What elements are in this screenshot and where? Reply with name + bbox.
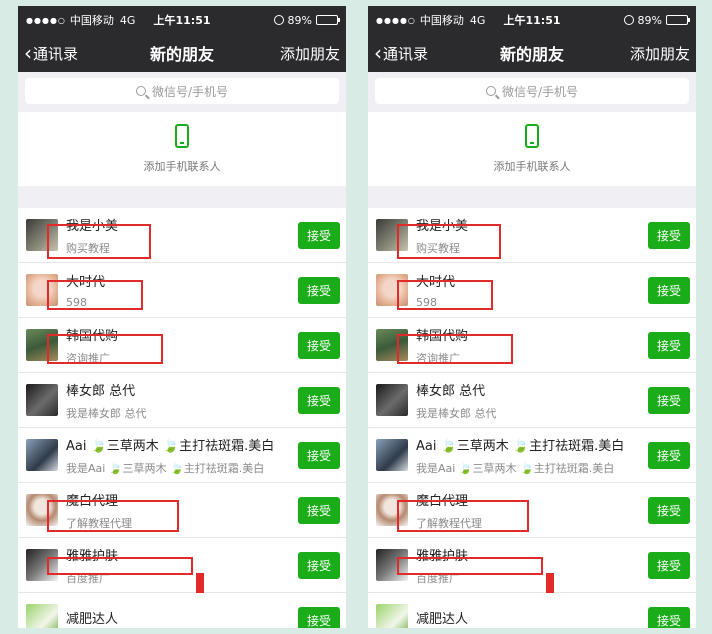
accept-button[interactable]: 接受 (648, 276, 690, 304)
highlight-box (397, 500, 529, 532)
carrier-label: 中国移动 (69, 14, 114, 27)
accept-button[interactable]: 接受 (648, 551, 690, 579)
accept-button[interactable]: 接受 (648, 606, 690, 628)
network-label: 4G (119, 13, 136, 27)
search-bar: 微信号/手机号 (18, 72, 346, 112)
back-label: 通讯录 (33, 44, 79, 63)
battery-icon (316, 15, 340, 25)
request-name: 棒女郎 总代 (66, 383, 136, 399)
section-divider (18, 186, 346, 208)
nav-bar: ‹ 通讯录 新的朋友 添加朋友 (368, 34, 696, 72)
friend-request-row[interactable]: 棒女郎 总代 我是棒女郎 总代 接受 (18, 373, 346, 428)
add-mobile-contacts[interactable]: 添加手机联系人 (368, 112, 696, 186)
search-bar: 微信号/手机号 (368, 72, 696, 112)
request-name: Aai 🍃三草两木 🍃主打祛斑霜.美白 (66, 438, 275, 454)
signal-strength: ●●●●○ (376, 15, 416, 25)
nav-bar: ‹ 通讯录 新的朋友 添加朋友 (18, 34, 346, 72)
highlight-box (47, 224, 151, 259)
request-message: 我是棒女郎 总代 (66, 406, 147, 420)
search-input[interactable]: 微信号/手机号 (25, 78, 339, 104)
request-message: 我是Aai 🍃三草两木 🍃主打祛斑霜.美白 (416, 461, 615, 475)
chevron-left-icon: ‹ (374, 41, 382, 65)
request-message: 我是Aai 🍃三草两木 🍃主打祛斑霜.美白 (66, 461, 265, 475)
friend-request-row[interactable]: 减肥达人 接受 (18, 593, 346, 628)
friend-request-row[interactable]: 棒女郎 总代 我是棒女郎 总代 接受 (368, 373, 696, 428)
highlight-mark (546, 573, 554, 593)
highlight-box (397, 224, 501, 259)
request-name: 减肥达人 (66, 611, 119, 627)
accept-button[interactable]: 接受 (298, 386, 340, 414)
add-friend-button[interactable]: 添加朋友 (630, 43, 690, 64)
accept-button[interactable]: 接受 (648, 441, 690, 469)
highlight-box (47, 557, 193, 575)
network-label: 4G (469, 13, 486, 27)
search-icon (485, 86, 496, 96)
friend-request-row[interactable]: Aai 🍃三草两木 🍃主打祛斑霜.美白 我是Aai 🍃三草两木 🍃主打祛斑霜.美白… (18, 428, 346, 483)
friend-request-row[interactable]: 减肥达人 接受 (368, 593, 696, 628)
accept-button[interactable]: 接受 (298, 606, 340, 628)
search-placeholder: 微信号/手机号 (151, 84, 229, 99)
battery-percent: 89% (637, 13, 662, 27)
request-message: 我是棒女郎 总代 (416, 406, 497, 420)
friend-request-row[interactable]: Aai 🍃三草两木 🍃主打祛斑霜.美白 我是Aai 🍃三草两木 🍃主打祛斑霜.美白… (368, 428, 696, 483)
mobile-phone-icon (525, 124, 539, 148)
add-friend-button[interactable]: 添加朋友 (280, 43, 340, 64)
highlight-box (397, 280, 493, 310)
status-time: 上午11:51 (153, 14, 211, 27)
search-icon (135, 86, 146, 96)
phone-screenshot-left: ●●●●○ 中国移动 4G 上午11:51 89% ‹ 通讯录 新的朋友 添加朋… (18, 6, 346, 628)
back-label: 通讯录 (383, 44, 429, 63)
carrier-label: 中国移动 (419, 14, 464, 27)
highlight-box (47, 280, 143, 310)
signal-strength: ●●●●○ (26, 15, 66, 25)
avatar[interactable] (26, 439, 58, 471)
accept-button[interactable]: 接受 (648, 221, 690, 249)
back-button[interactable]: ‹ 通讯录 (24, 43, 78, 64)
add-mobile-contacts-label: 添加手机联系人 (493, 160, 571, 173)
avatar[interactable] (376, 439, 408, 471)
battery-icon (666, 15, 690, 25)
battery-percent: 89% (287, 13, 312, 27)
mobile-phone-icon (175, 124, 189, 148)
avatar[interactable] (376, 384, 408, 416)
status-time: 上午11:51 (503, 14, 561, 27)
avatar[interactable] (376, 604, 408, 628)
request-name: 减肥达人 (416, 611, 469, 627)
accept-button[interactable]: 接受 (298, 441, 340, 469)
highlight-box (47, 334, 163, 364)
highlight-box (47, 500, 179, 532)
add-mobile-contacts[interactable]: 添加手机联系人 (18, 112, 346, 186)
highlight-box (397, 334, 513, 364)
avatar[interactable] (26, 384, 58, 416)
chevron-left-icon: ‹ (24, 41, 32, 65)
rotation-lock-icon (273, 15, 284, 25)
add-mobile-contacts-label: 添加手机联系人 (143, 160, 221, 173)
search-input[interactable]: 微信号/手机号 (375, 78, 689, 104)
page-title: 新的朋友 (149, 45, 215, 64)
accept-button[interactable]: 接受 (648, 386, 690, 414)
accept-button[interactable]: 接受 (298, 276, 340, 304)
section-divider (368, 186, 696, 208)
back-button[interactable]: ‹ 通讯录 (374, 43, 428, 64)
highlight-box (397, 557, 543, 575)
page-title: 新的朋友 (499, 45, 565, 64)
accept-button[interactable]: 接受 (648, 331, 690, 359)
request-name: Aai 🍃三草两木 🍃主打祛斑霜.美白 (416, 438, 625, 454)
request-name: 棒女郎 总代 (416, 383, 486, 399)
avatar[interactable] (26, 604, 58, 628)
accept-button[interactable]: 接受 (298, 551, 340, 579)
status-bar: ●●●●○ 中国移动 4G 上午11:51 89% (18, 6, 346, 34)
phone-screenshot-right: ●●●●○ 中国移动 4G 上午11:51 89% ‹ 通讯录 新的朋友 添加朋… (368, 6, 696, 628)
rotation-lock-icon (623, 15, 634, 25)
accept-button[interactable]: 接受 (298, 496, 340, 524)
accept-button[interactable]: 接受 (648, 496, 690, 524)
highlight-mark (196, 573, 204, 593)
accept-button[interactable]: 接受 (298, 331, 340, 359)
search-placeholder: 微信号/手机号 (501, 84, 579, 99)
status-bar: ●●●●○ 中国移动 4G 上午11:51 89% (368, 6, 696, 34)
accept-button[interactable]: 接受 (298, 221, 340, 249)
